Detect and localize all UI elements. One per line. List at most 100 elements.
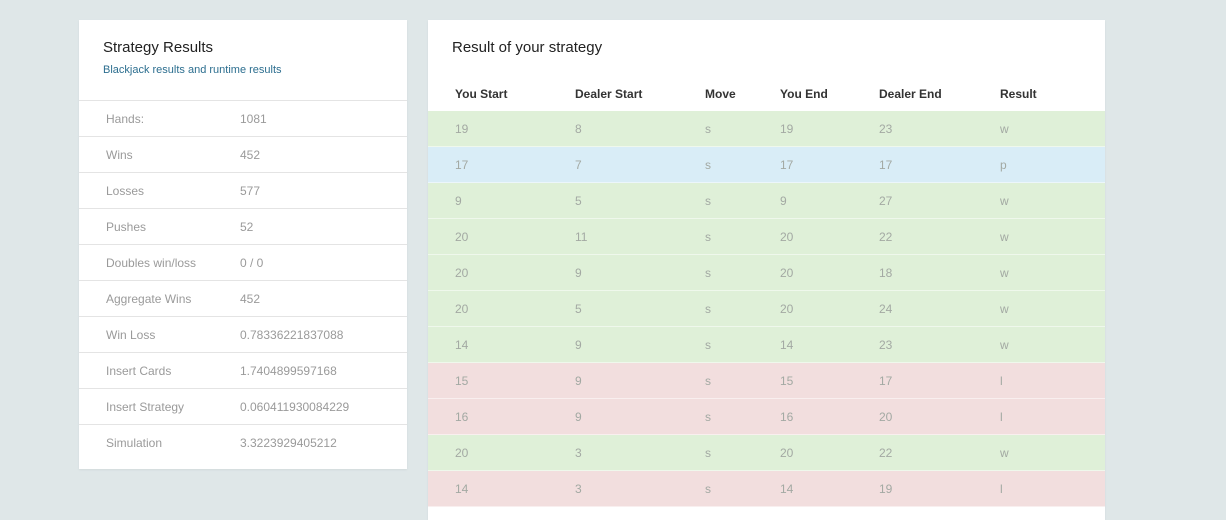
strategy-results-title: Strategy Results bbox=[103, 39, 214, 56]
stat-label: Simulation bbox=[106, 435, 163, 450]
column-header-move[interactable]: Move bbox=[705, 80, 736, 108]
stat-value: 452 bbox=[240, 291, 261, 306]
cell-move: s bbox=[705, 446, 711, 460]
table-row: 14 9 s 14 23 w bbox=[428, 327, 1105, 363]
cell-you-end: 14 bbox=[780, 482, 794, 496]
cell-result: l bbox=[1000, 410, 1003, 424]
stat-row-insert-cards: Insert Cards 1.7404899597168 bbox=[79, 352, 407, 388]
cell-dealer-start: 9 bbox=[575, 266, 582, 280]
stat-label: Pushes bbox=[106, 219, 147, 234]
stat-value: 0.060411930084229 bbox=[240, 399, 350, 414]
cell-dealer-end: 22 bbox=[879, 446, 893, 460]
table-row: 20 3 s 20 22 w bbox=[428, 435, 1105, 471]
cell-dealer-start: 3 bbox=[575, 446, 582, 460]
table-row: 20 5 s 20 24 w bbox=[428, 291, 1105, 327]
column-header-you-start[interactable]: You Start bbox=[455, 80, 507, 108]
table-row: 15 9 s 15 17 l bbox=[428, 363, 1105, 399]
column-header-you-end[interactable]: You End bbox=[780, 80, 828, 108]
cell-dealer-start: 7 bbox=[575, 158, 582, 172]
stat-row-win-loss: Win Loss 0.78336221837088 bbox=[79, 316, 407, 352]
cell-result: w bbox=[1000, 338, 1009, 352]
cell-you-end: 20 bbox=[780, 302, 794, 316]
cell-you-start: 20 bbox=[455, 230, 469, 244]
table-row: 19 8 s 19 23 w bbox=[428, 111, 1105, 147]
cell-dealer-start: 5 bbox=[575, 194, 582, 208]
cell-move: s bbox=[705, 266, 711, 280]
cell-dealer-start: 3 bbox=[575, 482, 582, 496]
cell-dealer-start: 11 bbox=[575, 230, 588, 244]
stat-value: 452 bbox=[240, 147, 261, 162]
cell-dealer-end: 17 bbox=[879, 374, 893, 388]
cell-dealer-end: 17 bbox=[879, 158, 893, 172]
column-header-dealer-start[interactable]: Dealer Start bbox=[575, 80, 642, 108]
cell-move: s bbox=[705, 302, 711, 316]
cell-you-start: 20 bbox=[455, 302, 469, 316]
cell-result: w bbox=[1000, 446, 1009, 460]
cell-you-start: 20 bbox=[455, 266, 469, 280]
stat-row-simulation: Simulation 3.3223929405212 bbox=[79, 424, 407, 460]
table-row: 14 3 s 14 19 l bbox=[428, 471, 1105, 507]
cell-you-end: 17 bbox=[780, 158, 794, 172]
table-row: 9 5 s 9 27 w bbox=[428, 183, 1105, 219]
cell-you-end: 20 bbox=[780, 230, 794, 244]
cell-you-start: 14 bbox=[455, 482, 469, 496]
cell-move: s bbox=[705, 374, 711, 388]
stat-value: 3.3223929405212 bbox=[240, 435, 337, 450]
stat-label: Insert Cards bbox=[106, 363, 172, 378]
stat-value: 1081 bbox=[240, 111, 267, 126]
cell-move: s bbox=[705, 194, 711, 208]
stat-label: Losses bbox=[106, 183, 145, 198]
cell-dealer-end: 18 bbox=[879, 266, 893, 280]
cell-you-start: 20 bbox=[455, 446, 469, 460]
cell-dealer-end: 23 bbox=[879, 338, 893, 352]
table-row: 20 9 s 20 18 w bbox=[428, 255, 1105, 291]
stat-row-pushes: Pushes 52 bbox=[79, 208, 407, 244]
strategy-table-card: Result of your strategy You Start Dealer… bbox=[428, 20, 1105, 520]
strategy-results-subtitle: Blackjack results and runtime results bbox=[103, 64, 282, 76]
stat-row-wins: Wins 452 bbox=[79, 136, 407, 172]
cell-you-start: 19 bbox=[455, 122, 469, 136]
cell-dealer-end: 24 bbox=[879, 302, 893, 316]
cell-move: s bbox=[705, 122, 711, 136]
stat-row-doubles: Doubles win/loss 0 / 0 bbox=[79, 244, 407, 280]
stat-row-losses: Losses 577 bbox=[79, 172, 407, 208]
cell-dealer-start: 9 bbox=[575, 374, 582, 388]
cell-dealer-start: 9 bbox=[575, 410, 582, 424]
cell-result: w bbox=[1000, 230, 1009, 244]
cell-dealer-end: 23 bbox=[879, 122, 893, 136]
stat-label: Hands: bbox=[106, 111, 145, 126]
cell-you-end: 19 bbox=[780, 122, 794, 136]
cell-dealer-end: 20 bbox=[879, 410, 893, 424]
cell-you-start: 9 bbox=[455, 194, 462, 208]
cell-dealer-end: 22 bbox=[879, 230, 893, 244]
cell-result: l bbox=[1000, 374, 1003, 388]
cell-you-end: 16 bbox=[780, 410, 794, 424]
cell-you-start: 14 bbox=[455, 338, 469, 352]
table-row: 20 11 s 20 22 w bbox=[428, 219, 1105, 255]
table-header: You Start Dealer Start Move You End Deal… bbox=[428, 80, 1105, 111]
stat-value: 52 bbox=[240, 219, 254, 234]
cell-you-end: 14 bbox=[780, 338, 794, 352]
cell-move: s bbox=[705, 482, 711, 496]
cell-dealer-start: 8 bbox=[575, 122, 582, 136]
cell-move: s bbox=[705, 230, 711, 244]
cell-dealer-end: 27 bbox=[879, 194, 893, 208]
cell-you-start: 16 bbox=[455, 410, 469, 424]
stat-label: Wins bbox=[106, 147, 133, 162]
column-header-result[interactable]: Result bbox=[1000, 80, 1037, 108]
cell-you-end: 20 bbox=[780, 446, 794, 460]
stat-value: 0 / 0 bbox=[240, 255, 264, 270]
column-header-dealer-end[interactable]: Dealer End bbox=[879, 80, 942, 108]
cell-you-start: 15 bbox=[455, 374, 469, 388]
cell-you-end: 15 bbox=[780, 374, 794, 388]
stat-label: Aggregate Wins bbox=[106, 291, 192, 306]
strategy-table-title: Result of your strategy bbox=[452, 39, 603, 56]
cell-result: l bbox=[1000, 482, 1003, 496]
cell-dealer-end: 19 bbox=[879, 482, 893, 496]
cell-result: w bbox=[1000, 122, 1009, 136]
stat-row-hands: Hands: 1081 bbox=[79, 100, 407, 136]
cell-you-end: 20 bbox=[780, 266, 794, 280]
stat-label: Insert Strategy bbox=[106, 399, 185, 414]
cell-result: w bbox=[1000, 302, 1009, 316]
cell-result: w bbox=[1000, 194, 1009, 208]
